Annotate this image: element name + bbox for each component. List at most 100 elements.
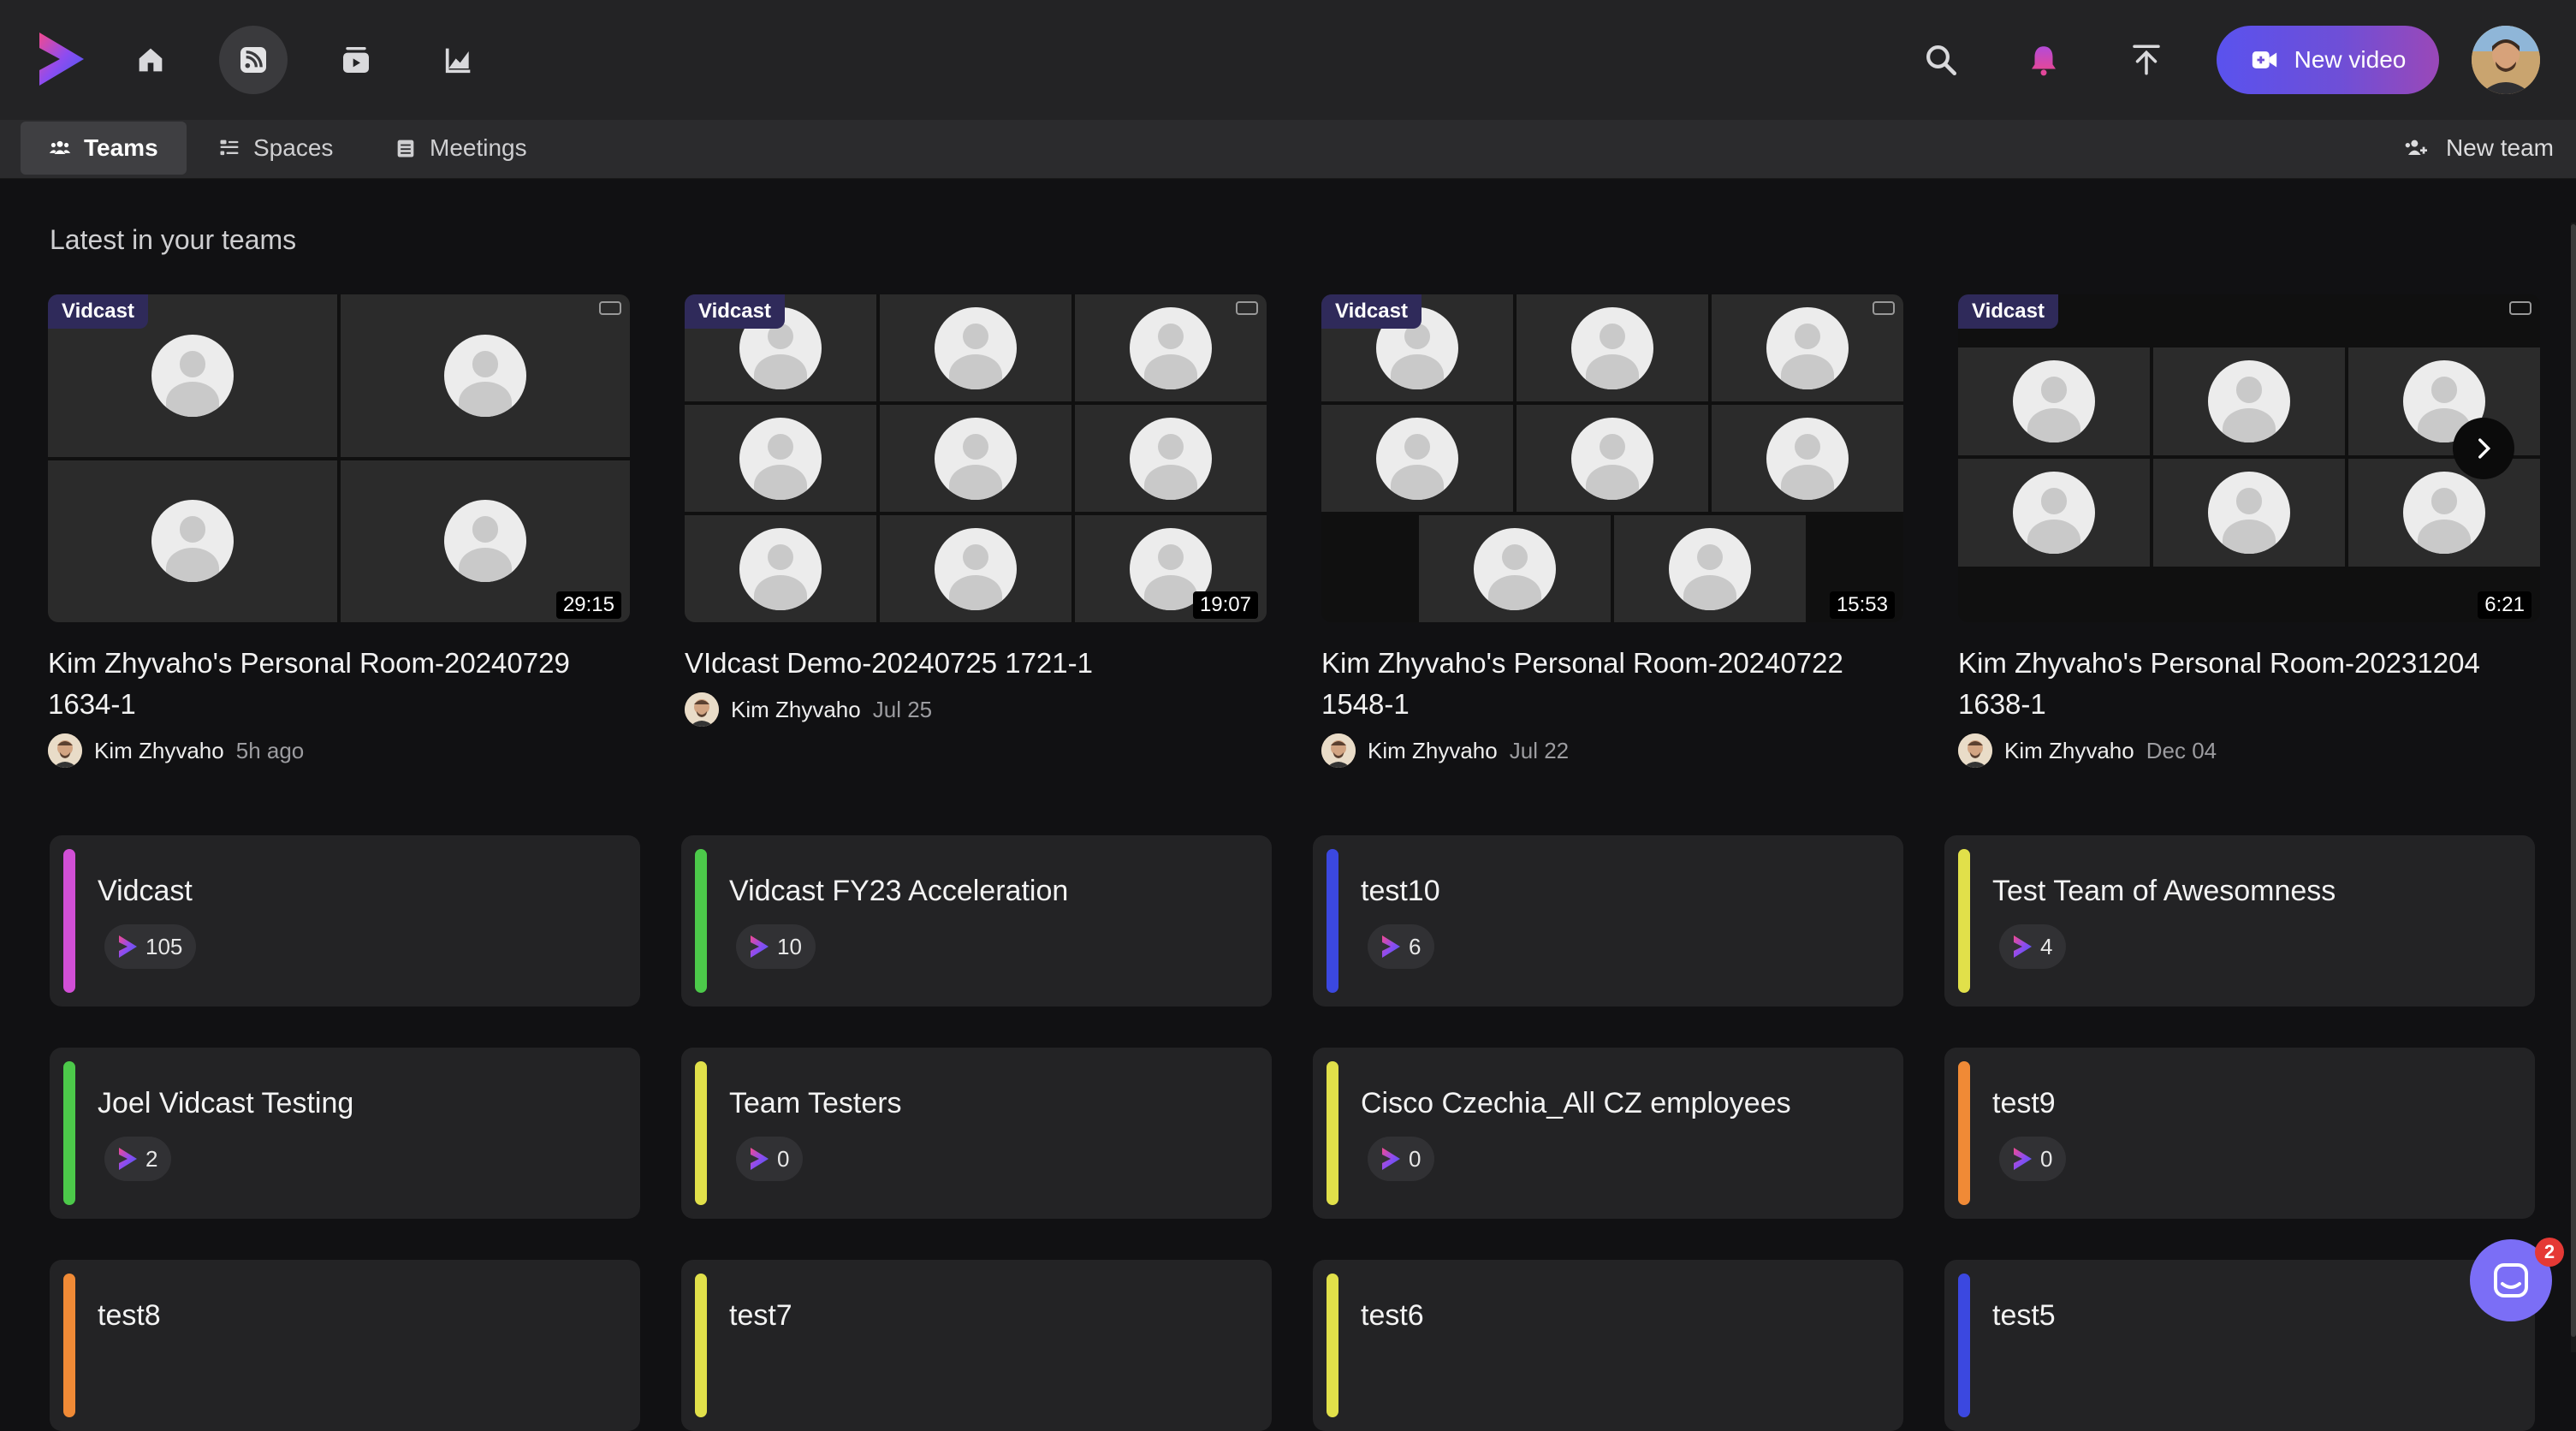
- new-video-label: New video: [2294, 46, 2407, 73]
- vidcast-logo[interactable]: [34, 29, 89, 89]
- participant-tile: [1958, 347, 2150, 455]
- team-card[interactable]: test6: [1313, 1260, 1903, 1431]
- team-card[interactable]: Test Team of Awesomness 4: [1944, 835, 2535, 1006]
- vidcast-icon: [119, 1148, 137, 1170]
- video-author[interactable]: Kim Zhyvaho: [1368, 738, 1498, 764]
- team-video-count: 4: [1999, 924, 2067, 969]
- team-color-bar: [695, 1061, 707, 1205]
- participant-tile: [2153, 347, 2345, 455]
- tabs-bar: Teams Spaces Meetings New team: [0, 120, 2576, 179]
- video-thumbnail[interactable]: Vidcast 19:07: [685, 294, 1267, 622]
- vidcast-icon: [119, 935, 137, 958]
- participant-tile: [880, 405, 1071, 512]
- video-thumbnail[interactable]: Vidcast 6:21: [1958, 294, 2540, 622]
- team-card[interactable]: Team Testers 0: [681, 1048, 1272, 1219]
- video-card[interactable]: Vidcast 6:21 Kim Zhyvaho's Personal Room…: [1958, 294, 2540, 768]
- upload-button[interactable]: [2121, 34, 2172, 86]
- nav-feed-button[interactable]: [219, 26, 288, 94]
- author-avatar: [1958, 733, 1992, 768]
- notifications-button[interactable]: [2018, 34, 2069, 86]
- team-card[interactable]: Vidcast 105: [50, 835, 640, 1006]
- video-thumbnail[interactable]: Vidcast 15:53: [1321, 294, 1903, 622]
- add-team-icon: [2405, 140, 2427, 155]
- vidcast-icon: [1382, 1148, 1400, 1170]
- participant-tile: [880, 294, 1071, 401]
- video-title[interactable]: Kim Zhyvaho's Personal Room-20231204 163…: [1958, 643, 2540, 725]
- team-name: test9: [1992, 1087, 2056, 1119]
- video-card[interactable]: Vidcast 15:53 Kim Zhyvaho's Personal Roo…: [1321, 294, 1903, 768]
- new-video-button[interactable]: New video: [2217, 26, 2439, 94]
- participant-tile: [685, 405, 876, 512]
- team-name: Team Testers: [729, 1087, 902, 1119]
- video-author[interactable]: Kim Zhyvaho: [2004, 738, 2134, 764]
- feed-icon: [240, 47, 266, 73]
- search-button[interactable]: [1915, 34, 1967, 86]
- participant-tile: [48, 460, 337, 622]
- team-color-bar: [1958, 1274, 1970, 1417]
- nav-library-button[interactable]: [322, 26, 390, 94]
- team-name: test5: [1992, 1299, 2056, 1332]
- author-avatar: [685, 692, 719, 727]
- video-card[interactable]: Vidcast 29:15 Kim Zhyvaho's Personal Roo…: [48, 294, 630, 768]
- new-team-label: New team: [2445, 134, 2554, 161]
- participant-tile: [880, 515, 1071, 622]
- video-author[interactable]: Kim Zhyvaho: [731, 697, 861, 723]
- team-color-bar: [1327, 1061, 1338, 1205]
- team-name: test8: [98, 1299, 161, 1332]
- team-name: Vidcast: [98, 875, 193, 907]
- team-card[interactable]: test9 0: [1944, 1048, 2535, 1219]
- nav-home-button[interactable]: [116, 26, 185, 94]
- participant-tile: [2153, 459, 2345, 567]
- vidcast-icon: [2014, 1148, 2032, 1170]
- author-avatar: [48, 733, 82, 768]
- user-avatar-image: [2472, 26, 2540, 94]
- caption-icon: [1236, 301, 1258, 315]
- team-card[interactable]: test10 6: [1313, 835, 1903, 1006]
- participant-tile: [1075, 405, 1267, 512]
- team-name: Test Team of Awesomness: [1992, 875, 2336, 907]
- vidcast-icon: [1382, 935, 1400, 958]
- home-icon: [139, 48, 163, 72]
- tab-spaces-label: Spaces: [253, 134, 334, 161]
- team-card[interactable]: test8: [50, 1260, 640, 1431]
- team-card[interactable]: Joel Vidcast Testing 2: [50, 1048, 640, 1219]
- video-thumbnail[interactable]: Vidcast 29:15: [48, 294, 630, 622]
- tab-teams[interactable]: Teams: [21, 122, 187, 175]
- team-name: test6: [1361, 1299, 1424, 1332]
- video-card[interactable]: Vidcast 19:07 VIdcast Demo-20240725 1721…: [685, 294, 1267, 727]
- video-duration: 29:15: [555, 591, 621, 619]
- team-color-bar: [1958, 849, 1970, 993]
- team-color-bar: [1327, 1274, 1338, 1417]
- video-author[interactable]: Kim Zhyvaho: [94, 738, 224, 764]
- video-title[interactable]: VIdcast Demo-20240725 1721-1: [685, 643, 1267, 684]
- team-video-count-value: 2: [145, 1145, 158, 1172]
- video-title[interactable]: Kim Zhyvaho's Personal Room-20240729 163…: [48, 643, 630, 725]
- team-card[interactable]: test5: [1944, 1260, 2535, 1431]
- video-meta: Kim Zhyvaho Dec 04: [1958, 733, 2540, 768]
- video-title[interactable]: Kim Zhyvaho's Personal Room-20240722 154…: [1321, 643, 1903, 725]
- library-icon: [343, 47, 369, 73]
- team-video-count-value: 0: [2040, 1145, 2053, 1172]
- tab-meetings[interactable]: Meetings: [366, 122, 565, 175]
- team-color-bar: [695, 849, 707, 993]
- team-video-count-value: 10: [777, 933, 802, 959]
- bell-icon: [2032, 46, 2056, 76]
- carousel-next-button[interactable]: [2453, 418, 2514, 479]
- participant-tile: [341, 294, 630, 457]
- team-card[interactable]: test7: [681, 1260, 1272, 1431]
- nav-analytics-button[interactable]: [424, 26, 493, 94]
- team-color-bar: [1327, 849, 1338, 993]
- scrollbar-thumb[interactable]: [2571, 224, 2576, 1337]
- video-time: Jul 25: [872, 696, 933, 722]
- participant-tile: [1712, 405, 1903, 512]
- new-team-button[interactable]: New team: [2403, 122, 2554, 175]
- vidcast-icon: [751, 1148, 769, 1170]
- participant-tile: [1419, 515, 1611, 622]
- chevron-right-icon: [2478, 438, 2491, 459]
- user-avatar[interactable]: [2472, 26, 2540, 94]
- team-card[interactable]: Cisco Czechia_All CZ employees 0: [1313, 1048, 1903, 1219]
- team-card[interactable]: Vidcast FY23 Acceleration 10: [681, 835, 1272, 1006]
- tab-meetings-label: Meetings: [430, 134, 527, 161]
- tab-spaces[interactable]: Spaces: [190, 122, 361, 175]
- video-time: 5h ago: [235, 737, 305, 763]
